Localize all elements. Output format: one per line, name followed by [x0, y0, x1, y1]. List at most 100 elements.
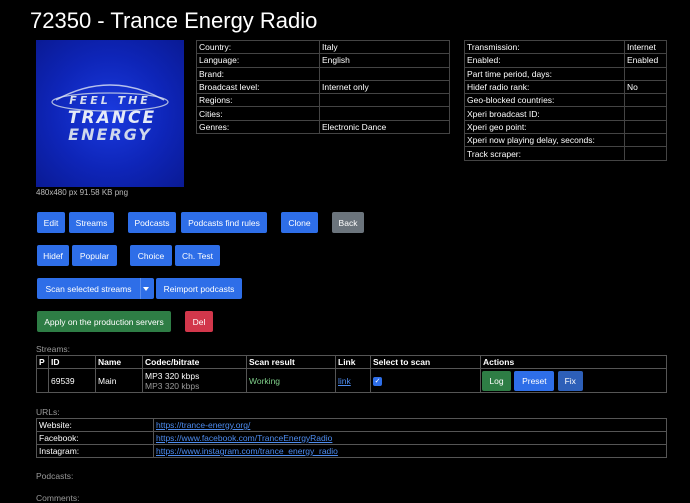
info-row: Xperi broadcast ID: — [464, 106, 667, 121]
info-value — [624, 106, 667, 121]
column-header: Actions — [480, 355, 667, 369]
streams-button[interactable]: Streams — [69, 212, 114, 233]
info-row: Regions: — [196, 93, 450, 108]
ch-test-button[interactable]: Ch. Test — [175, 245, 220, 266]
info-label: Language: — [196, 53, 320, 68]
info-label: Geo-blocked countries: — [464, 93, 625, 108]
info-label: Regions: — [196, 93, 320, 108]
urls-section-label: URLs: — [36, 407, 60, 417]
stream-actions-cell: Log Preset Fix — [480, 368, 667, 393]
stream-link-cell: link — [335, 368, 371, 393]
info-value: Italy — [319, 39, 450, 55]
column-header: ID — [48, 355, 96, 369]
url-cell: https://www.facebook.com/TranceEnergyRad… — [153, 431, 667, 445]
station-logo: FEEL THE TRANCE ENERGY — [36, 40, 184, 187]
info-row: Brand: — [196, 66, 450, 81]
stream-select-cell: ✓ — [370, 368, 481, 393]
info-value — [319, 106, 450, 121]
podcasts-find-rules-button[interactable]: Podcasts find rules — [181, 212, 267, 233]
podcasts-button[interactable]: Podcasts — [128, 212, 176, 233]
info-label: Track scraper: — [464, 146, 625, 161]
info-row: Broadcast level: Internet only — [196, 79, 450, 95]
info-label: Part time period, days: — [464, 66, 625, 81]
back-button[interactable]: Back — [332, 212, 364, 233]
hidef-button[interactable]: Hidef — [37, 245, 69, 266]
scan-selected-streams-button[interactable]: Scan selected streams — [37, 278, 154, 299]
info-label: Xperi broadcast ID: — [464, 106, 625, 121]
info-value: Internet only — [319, 79, 450, 95]
url-link[interactable]: https://trance-energy.org/ — [156, 420, 250, 430]
log-button[interactable]: Log — [482, 370, 511, 391]
stream-codec: MP3 320 kbps — [145, 370, 200, 381]
info-value — [624, 66, 667, 81]
url-link[interactable]: https://www.instagram.com/trance_energy_… — [156, 446, 338, 456]
column-header: Codec/bitrate — [142, 355, 247, 369]
logo-line1: FEEL THE — [69, 94, 151, 107]
column-header: Link — [335, 355, 371, 369]
edit-button[interactable]: Edit — [37, 212, 65, 233]
info-label: Genres: — [196, 119, 320, 135]
info-value: No — [624, 79, 667, 95]
info-label: Brand: — [196, 66, 320, 81]
info-value — [624, 93, 667, 108]
popular-button[interactable]: Popular — [72, 245, 117, 266]
stream-name-cell: Main — [95, 368, 143, 393]
url-link[interactable]: https://www.facebook.com/TranceEnergyRad… — [156, 433, 332, 443]
clone-button[interactable]: Clone — [281, 212, 318, 233]
info-row: Track scraper: — [464, 146, 667, 161]
info-row: Enabled: Enabled — [464, 53, 667, 68]
stream-p-cell — [36, 368, 49, 393]
apply-production-button[interactable]: Apply on the production servers — [37, 311, 171, 332]
logo-caption: 480x480 px 91.58 KB png — [36, 188, 129, 197]
url-row: Instagram: https://www.instagram.com/tran… — [36, 444, 667, 458]
choice-button[interactable]: Choice — [130, 245, 172, 266]
info-value: English — [319, 53, 450, 68]
url-label: Instagram: — [36, 444, 154, 458]
scan-selected-streams-label: Scan selected streams — [45, 283, 132, 294]
column-header: P — [36, 355, 49, 369]
url-cell: https://trance-energy.org/ — [153, 418, 667, 432]
stream-id-cell: 69539 — [48, 368, 96, 393]
url-label: Facebook: — [36, 431, 154, 445]
info-value — [624, 133, 667, 148]
urls-table: Website: https://trance-energy.org/Facebo… — [36, 418, 667, 458]
podcasts-section-label: Podcasts: — [36, 471, 74, 481]
station-info-table: Country: Italy Language: English Brand: Broad… — [196, 39, 450, 135]
column-header: Name — [95, 355, 143, 369]
preset-button[interactable]: Preset — [514, 370, 555, 391]
info-label: Country: — [196, 39, 320, 55]
stream-scan-result: Working — [246, 368, 336, 393]
info-value: Enabled — [624, 53, 667, 68]
url-row: Website: https://trance-energy.org/ — [36, 418, 667, 432]
info-value — [319, 93, 450, 108]
info-label: Transmission: — [464, 39, 625, 55]
select-to-scan-checkbox[interactable]: ✓ — [373, 377, 382, 386]
info-label: Broadcast level: — [196, 79, 320, 95]
page-title: 72350 - Trance Energy Radio — [30, 8, 318, 33]
column-header: Scan result — [246, 355, 336, 369]
info-row: Xperi geo point: — [464, 119, 667, 135]
dropdown-caret-icon[interactable] — [140, 278, 150, 299]
info-row: Country: Italy — [196, 39, 450, 55]
info-row: Geo-blocked countries: — [464, 93, 667, 108]
comments-section-label: Comments: — [36, 493, 80, 503]
info-value — [624, 119, 667, 135]
reimport-podcasts-button[interactable]: Reimport podcasts — [156, 278, 242, 299]
url-cell: https://www.instagram.com/trance_energy_… — [153, 444, 667, 458]
info-label: Hidef radio rank: — [464, 79, 625, 95]
streams-table: P ID Name Codec/bitrate Scan result Link Selec… — [36, 355, 667, 393]
info-label: Cities: — [196, 106, 320, 121]
streams-section-label: Streams: — [36, 344, 71, 354]
stream-link[interactable]: link — [338, 376, 351, 386]
info-row: Language: English — [196, 53, 450, 68]
column-header: Select to scan — [370, 355, 481, 369]
delete-button[interactable]: Del — [185, 311, 213, 332]
fix-button[interactable]: Fix — [557, 370, 583, 391]
info-row: Xperi now playing delay, seconds: — [464, 133, 667, 148]
url-label: Website: — [36, 418, 154, 432]
info-value: Electronic Dance — [319, 119, 450, 135]
info-row: Part time period, days: — [464, 66, 667, 81]
info-value — [319, 66, 450, 81]
station-status-table: Transmission: Internet Enabled: Enabled Part… — [464, 39, 667, 161]
stream-codec-sub: MP3 320 kbps — [145, 380, 200, 391]
